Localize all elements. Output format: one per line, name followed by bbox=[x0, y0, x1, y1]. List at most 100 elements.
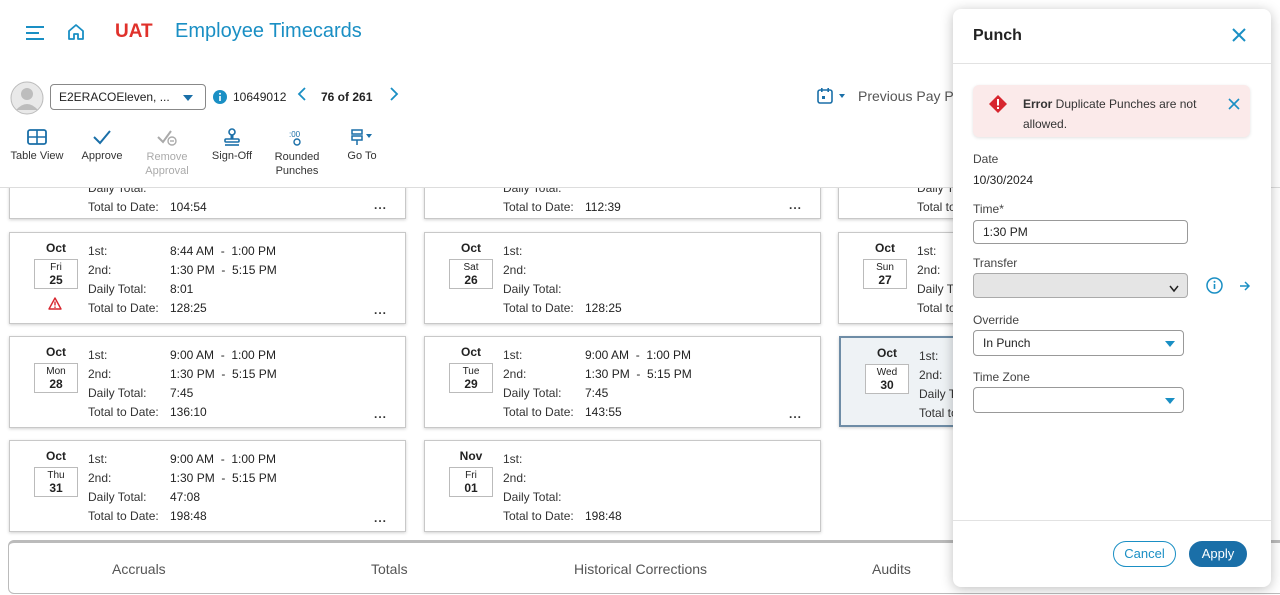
daily-total-value: 47:08 bbox=[170, 490, 201, 504]
total-to-date-value: 104:54 bbox=[170, 200, 207, 214]
employee-id: 10649012 bbox=[233, 90, 287, 104]
tab-totals[interactable]: Totals bbox=[371, 561, 408, 577]
date-box: Thu 31 bbox=[34, 467, 78, 497]
date-box: Fri 01 bbox=[449, 467, 493, 497]
second-punch: 1:30 PM - 5:15 PM bbox=[170, 471, 277, 485]
remove-approval-button[interactable]: Remove Approval bbox=[137, 128, 197, 178]
time-label: Time* bbox=[973, 202, 1004, 216]
employee-position: 76 of 261 bbox=[321, 90, 373, 104]
page-title: Employee Timecards bbox=[175, 20, 362, 42]
tab-audits[interactable]: Audits bbox=[872, 561, 911, 577]
daily-total-value: 8:01 bbox=[170, 282, 194, 296]
daily-total-value: 7:45 bbox=[170, 386, 194, 400]
approve-button[interactable]: Approve bbox=[72, 128, 132, 162]
second-punch: 1:30 PM - 5:15 PM bbox=[170, 263, 277, 277]
previous-employee-icon[interactable] bbox=[297, 86, 307, 107]
total-to-date-value: 112:39 bbox=[585, 200, 621, 214]
more-options-icon[interactable]: ... bbox=[374, 303, 387, 317]
calendar-icon[interactable] bbox=[817, 87, 847, 110]
tab-accruals[interactable]: Accruals bbox=[112, 561, 166, 577]
transfer-select[interactable] bbox=[973, 273, 1188, 298]
more-options-icon[interactable]: ... bbox=[374, 511, 387, 525]
panel-header-divider bbox=[953, 63, 1271, 64]
check-icon bbox=[93, 130, 111, 145]
error-alert: Error Duplicate Punches are not allowed. bbox=[973, 85, 1250, 137]
chevron-down-icon bbox=[1165, 398, 1175, 404]
punch-panel: Punch Error Duplicate Punches are not al… bbox=[953, 9, 1271, 587]
day-card-oct-28[interactable]: Oct Mon 28 1st: 9:00 AM - 1:00 PM 2nd: 1:… bbox=[9, 336, 406, 428]
override-label: Override bbox=[973, 313, 1020, 327]
day-card-oct-29[interactable]: Oct Tue 29 1st: 9:00 AM - 1:00 PM 2nd: 1:… bbox=[424, 336, 821, 428]
first-punch: 8:44 AM - 1:00 PM bbox=[170, 244, 277, 258]
avatar bbox=[10, 81, 44, 120]
info-icon[interactable] bbox=[1206, 277, 1223, 299]
day-card[interactable]: Daily Total: Total to Date: 112:39 ... bbox=[424, 188, 821, 219]
total-to-date-value: 143:55 bbox=[585, 405, 622, 419]
more-options-icon[interactable]: ... bbox=[789, 407, 802, 421]
svg-text::00: :00 bbox=[289, 130, 301, 139]
panel-title: Punch bbox=[973, 27, 1022, 44]
environment-label: UAT bbox=[115, 21, 153, 42]
day-card-nov-01[interactable]: Nov Fri 01 1st: 2nd: Daily Total: Total t… bbox=[424, 440, 821, 532]
total-to-date-value: 198:48 bbox=[170, 509, 207, 523]
daily-total-value: 7:45 bbox=[585, 386, 609, 400]
time-input[interactable]: 1:30 PM bbox=[973, 220, 1188, 244]
day-card-oct-26[interactable]: Oct Sat 26 1st: 2nd: Daily Total: Total t… bbox=[424, 232, 821, 324]
employee-name: E2ERACOEleven, ... bbox=[59, 90, 170, 104]
second-punch: 1:30 PM - 5:15 PM bbox=[585, 367, 692, 381]
total-to-date-value: 128:25 bbox=[170, 301, 207, 315]
date-box: Wed 30 bbox=[865, 364, 909, 394]
time-zone-select[interactable] bbox=[973, 387, 1184, 413]
dismiss-error-icon[interactable] bbox=[1228, 97, 1240, 115]
chevron-down-icon bbox=[183, 95, 193, 101]
employee-select[interactable]: E2ERACOEleven, ... bbox=[50, 84, 206, 110]
second-punch: 1:30 PM - 5:15 PM bbox=[170, 367, 277, 381]
more-options-icon[interactable]: ... bbox=[374, 198, 387, 212]
warning-icon[interactable] bbox=[48, 297, 62, 313]
table-icon bbox=[27, 129, 47, 145]
arrow-right-icon[interactable] bbox=[1239, 279, 1251, 297]
home-icon[interactable] bbox=[66, 22, 86, 47]
go-to-icon bbox=[351, 129, 372, 145]
error-icon bbox=[988, 94, 1008, 119]
rounded-punches-button[interactable]: :00 Rounded Punches bbox=[267, 128, 327, 178]
date-box: Fri 25 bbox=[34, 259, 78, 289]
day-card[interactable]: Daily Total: Total to Date: 104:54 ... bbox=[9, 188, 406, 219]
date-value: 10/30/2024 bbox=[973, 173, 1034, 187]
transfer-label: Transfer bbox=[973, 256, 1018, 270]
day-card-oct-31[interactable]: Oct Thu 31 1st: 9:00 AM - 1:00 PM 2nd: 1:… bbox=[9, 440, 406, 532]
date-box: Sat 26 bbox=[449, 259, 493, 289]
first-punch: 9:00 AM - 1:00 PM bbox=[585, 348, 692, 362]
next-employee-icon[interactable] bbox=[389, 86, 399, 107]
override-select[interactable]: In Punch bbox=[973, 330, 1184, 356]
chevron-down-icon bbox=[1165, 341, 1175, 347]
error-message: Error Duplicate Punches are not allowed. bbox=[1023, 97, 1197, 131]
day-card-oct-25[interactable]: Oct Fri 25 1st: 8:44 AM - 1:00 PM 2nd: 1:… bbox=[9, 232, 406, 324]
cancel-button[interactable]: Cancel bbox=[1113, 541, 1176, 567]
chevron-down-icon bbox=[1169, 282, 1179, 296]
table-view-button[interactable]: Table View bbox=[7, 128, 67, 162]
date-label: Date bbox=[973, 152, 999, 166]
go-to-button[interactable]: Go To bbox=[332, 128, 392, 162]
stamp-icon bbox=[224, 128, 240, 146]
tab-historical-corrections[interactable]: Historical Corrections bbox=[574, 561, 707, 577]
menu-icon[interactable] bbox=[26, 24, 46, 47]
close-icon[interactable] bbox=[1231, 27, 1247, 48]
first-punch: 9:00 AM - 1:00 PM bbox=[170, 348, 277, 362]
pay-period-select[interactable]: Previous Pay P bbox=[858, 88, 954, 104]
date-box: Mon 28 bbox=[34, 363, 78, 393]
info-icon[interactable] bbox=[213, 90, 227, 109]
panel-footer-divider bbox=[953, 520, 1271, 521]
total-to-date-value: 198:48 bbox=[585, 509, 622, 523]
apply-button[interactable]: Apply bbox=[1189, 541, 1247, 567]
total-to-date-value: 136:10 bbox=[170, 405, 207, 419]
first-punch: 9:00 AM - 1:00 PM bbox=[170, 452, 277, 466]
remove-check-icon bbox=[157, 130, 177, 146]
more-options-icon[interactable]: ... bbox=[374, 407, 387, 421]
more-options-icon[interactable]: ... bbox=[789, 198, 802, 212]
rounded-punches-icon: :00 bbox=[289, 130, 301, 146]
date-box: Tue 29 bbox=[449, 363, 493, 393]
date-box: Sun 27 bbox=[863, 259, 907, 289]
time-zone-label: Time Zone bbox=[973, 370, 1030, 384]
sign-off-button[interactable]: Sign-Off bbox=[202, 128, 262, 162]
